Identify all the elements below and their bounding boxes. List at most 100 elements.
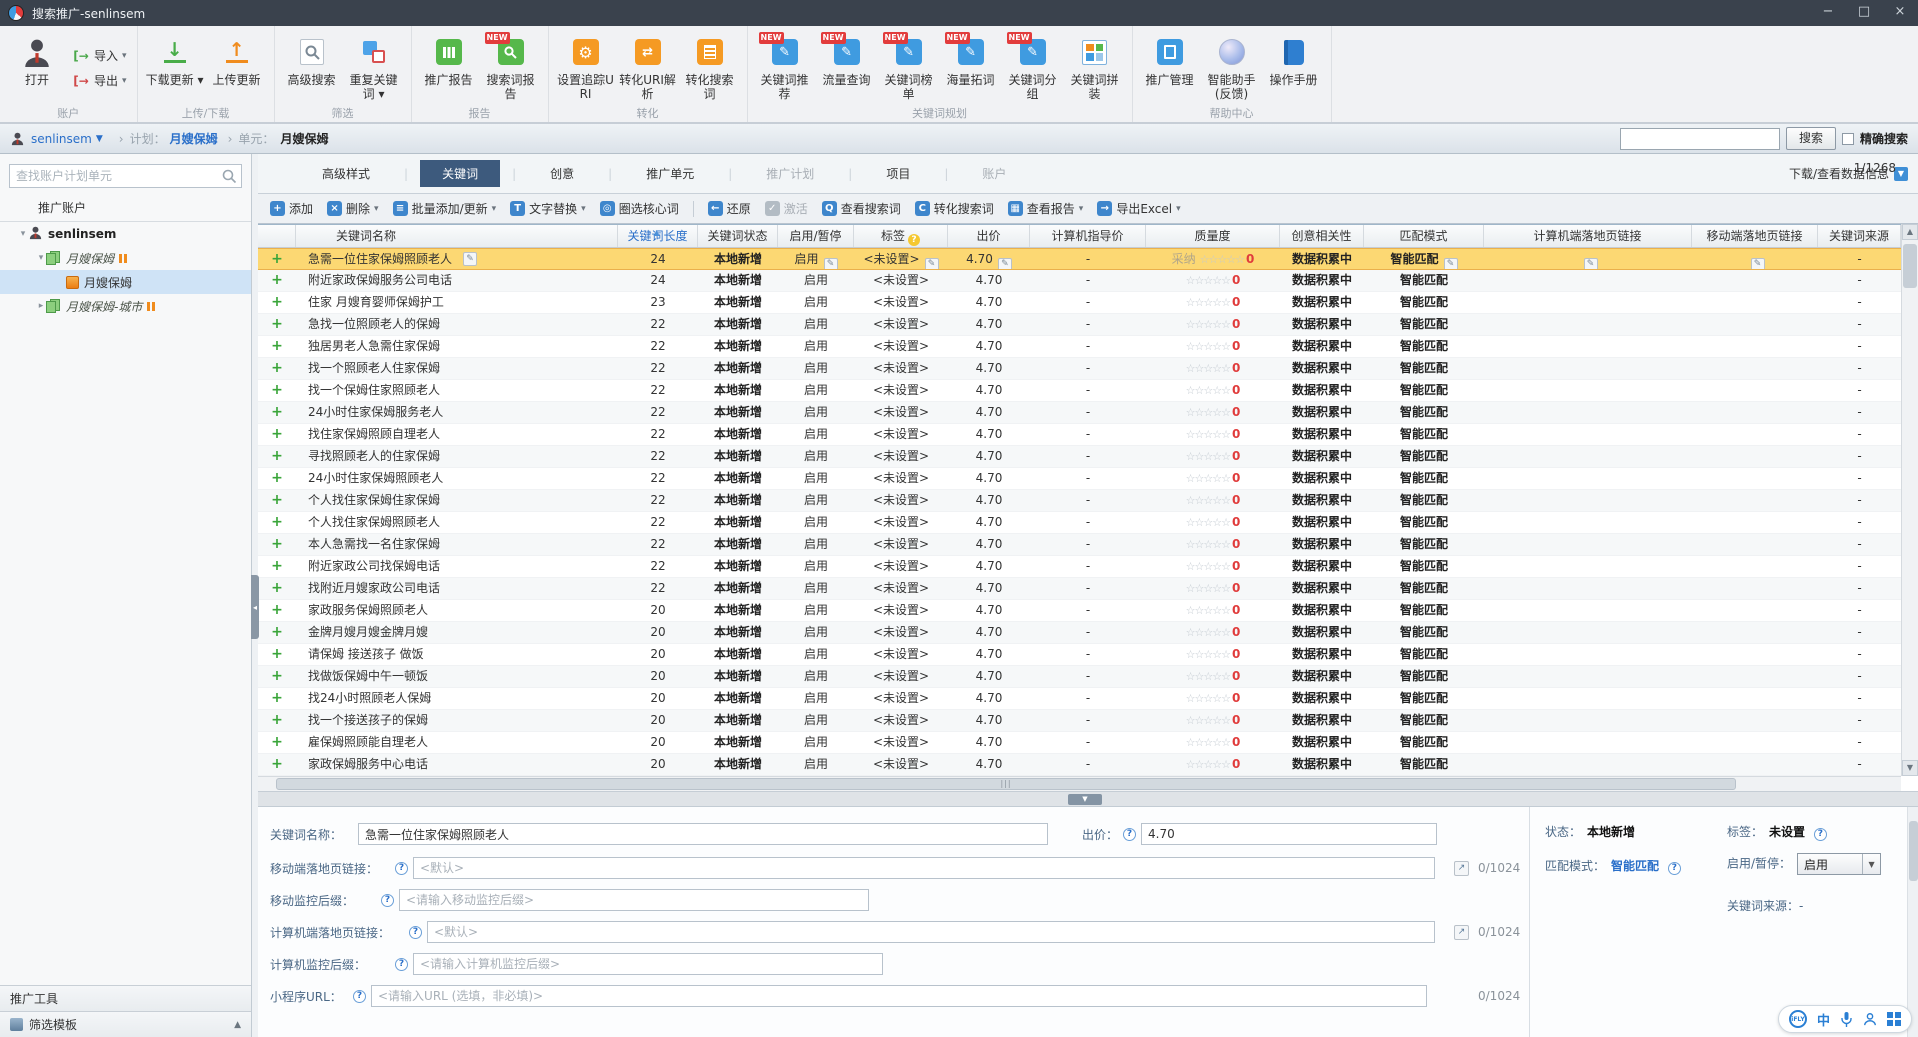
ribbon-button-download-update[interactable]: ↓ 下载更新 ▾ — [144, 30, 206, 106]
pc-suffix-input[interactable] — [413, 953, 883, 975]
add-keyword-icon[interactable]: + — [271, 272, 283, 288]
column-header-length[interactable]: ▲ 关键词长度 — [618, 225, 698, 247]
column-header-relevance[interactable]: 创意相关性 — [1280, 225, 1364, 247]
tab-plan[interactable]: 推广计划 — [744, 160, 836, 187]
search-button[interactable]: 搜索 — [1785, 127, 1836, 150]
tab-advanced-style[interactable]: 高级样式 — [300, 160, 392, 187]
tree-expander-icon[interactable]: ▾ — [18, 229, 28, 239]
add-keyword-icon[interactable]: + — [271, 382, 283, 398]
table-row[interactable]: + 独居男老人急需住家保姆 22 本地新增 启用 <未设置> 4.70 - ☆☆☆☆☆ 0 数据积累… — [258, 336, 1901, 358]
ribbon-button-upload-update[interactable]: ↑ 上传更新 — [206, 30, 268, 106]
table-row[interactable]: + 找一个接送孩子的保姆 20 本地新增 启用 <未设置> 4.70 - ☆☆☆☆☆ 0 数据积累中… — [258, 710, 1901, 732]
ribbon-button-keyword-recommend[interactable]: ✎ NEW 关键词推荐 — [754, 30, 816, 106]
add-keyword-icon[interactable]: + — [271, 690, 283, 706]
account-dropdown-icon[interactable]: ▼ — [96, 134, 103, 144]
add-keyword-icon[interactable]: + — [271, 404, 283, 420]
breadcrumb-plan[interactable]: 月嫂保姆 — [170, 130, 218, 147]
chevron-down-icon[interactable]: ▼ — [1862, 854, 1880, 874]
table-row[interactable]: + 找住家保姆照顾自理老人 22 本地新增 启用 <未设置> 4.70 - ☆☆☆☆☆ 0 数据积累… — [258, 424, 1901, 446]
toolbar-button-batch-add-update[interactable]: ≡ 批量添加/更新 ▾ — [392, 200, 496, 217]
vertical-scroll-thumb[interactable] — [1903, 244, 1917, 288]
bid-help-icon[interactable]: ? — [1123, 827, 1137, 841]
mobile-link-input[interactable] — [413, 857, 1435, 879]
column-header-status[interactable]: 关键词状态 — [698, 225, 778, 247]
scroll-up-icon[interactable]: ▲ — [1902, 224, 1918, 240]
mobile-link-external-icon[interactable]: ↗ — [1454, 860, 1469, 876]
sidebar-item-account-senlinsem[interactable]: ▾ senlinsem — [0, 222, 251, 246]
add-keyword-icon[interactable]: + — [271, 580, 283, 596]
collapse-up-icon[interactable]: ▲ — [234, 1020, 241, 1030]
ribbon-button-traffic-query[interactable]: ✎ NEW 流量查询 — [816, 30, 878, 106]
ribbon-button-keyword-assembly[interactable]: 关键词拼装 — [1064, 30, 1126, 106]
table-row[interactable]: + 找一个照顾老人住家保姆 22 本地新增 启用 <未设置> 4.70 - ☆☆☆☆☆ 0 数据积累… — [258, 358, 1901, 380]
maximize-button[interactable]: □ — [1846, 0, 1882, 26]
tab-unit[interactable]: 推广单元 — [624, 160, 716, 187]
column-header-source[interactable]: 关键词来源 — [1818, 225, 1901, 247]
tab-keyword[interactable]: 关键词 — [420, 160, 501, 187]
ribbon-button-convert-uri[interactable]: ⇄ 转化URI解析 — [617, 30, 679, 106]
ribbon-button-import[interactable]: [→ 导入 ▾ — [72, 47, 126, 64]
column-header-match[interactable]: 匹配模式 — [1364, 225, 1484, 247]
match-edit-icon[interactable]: ✎ — [1443, 257, 1458, 269]
add-keyword-icon[interactable]: + — [271, 360, 283, 376]
column-header-bid[interactable]: 出价 — [948, 225, 1030, 247]
add-keyword-icon[interactable]: + — [271, 712, 283, 728]
table-row[interactable]: +24小时住家保姆照顾老人 22 本地新增 启用 <未设置> 4.70 - ☆☆☆☆☆ 0 数据积… — [258, 468, 1901, 490]
add-keyword-icon[interactable]: + — [271, 646, 283, 662]
breadcrumb-account[interactable]: senlinsem — [31, 132, 92, 146]
ribbon-button-keyword-grouping[interactable]: ✎ NEW 关键词分组 — [1002, 30, 1064, 106]
column-header-enable[interactable]: 启用/暂停 — [778, 225, 854, 247]
enable-pause-select[interactable]: 启用 ▼ — [1797, 853, 1882, 875]
add-keyword-icon[interactable]: + — [271, 338, 283, 354]
sidebar-item-plan-yuesaobaomu[interactable]: ▾ 月嫂保姆 — [0, 246, 251, 270]
ribbon-button-search-term-report[interactable]: NEW 搜索词报告 — [480, 30, 542, 106]
dropdown-caret-icon[interactable]: ▾ — [581, 204, 586, 214]
dropdown-caret-icon[interactable]: ▾ — [374, 204, 379, 214]
toolbar-button-activate[interactable]: ✓ 激活 — [764, 200, 808, 217]
pc-link-help-icon[interactable]: ? — [409, 925, 422, 939]
mobile-suffix-help-icon[interactable]: ? — [381, 893, 394, 907]
tab-creative[interactable]: 创意 — [528, 160, 596, 187]
tag-help-icon[interactable]: ? — [1813, 827, 1827, 841]
table-row[interactable]: + 急需一位住家保姆照顾老人 ✎ 24 本地新增 启用 ✎ <未设置> ✎ 4.70 ✎ - 采纳 ☆☆☆… — [258, 248, 1901, 270]
add-keyword-icon[interactable]: + — [271, 251, 283, 267]
mini-url-help-icon[interactable]: ? — [353, 989, 366, 1003]
enable-edit-icon[interactable]: ✎ — [823, 257, 838, 269]
toolbar-button-text-replace[interactable]: T 文字替换 ▾ — [510, 200, 586, 217]
sidebar-item-plan-yuesaobaomu-city[interactable]: ▸ 月嫂保姆-城市 — [0, 294, 251, 318]
ribbon-button-mass-keyword-expand[interactable]: ✎ NEW 海量拓词 — [940, 30, 1002, 106]
toolbar-button-convert-search-terms[interactable]: C 转化搜索词 — [914, 200, 994, 217]
keyword-name-input[interactable] — [358, 823, 1048, 845]
bid-input[interactable] — [1141, 823, 1438, 845]
table-row[interactable]: + 找24小时照顾老人保姆 20 本地新增 启用 <未设置> 4.70 - ☆☆☆☆☆ 0 数据积累… — [258, 688, 1901, 710]
table-row[interactable]: + 个人找住家保姆照顾老人 22 本地新增 启用 <未设置> 4.70 - ☆☆☆☆☆ 0 数据积累… — [258, 512, 1901, 534]
table-row[interactable]: + 个人找住家保姆住家保姆 22 本地新增 启用 <未设置> 4.70 - ☆☆☆☆☆ 0 数据积累… — [258, 490, 1901, 512]
table-row[interactable]: + 家政服务保姆照顾老人 20 本地新增 启用 <未设置> 4.70 - ☆☆☆☆☆ 0 数据积累中… — [258, 600, 1901, 622]
add-keyword-icon[interactable]: + — [271, 668, 283, 684]
table-row[interactable]: + 附近家政保姆服务公司电话 24 本地新增 启用 <未设置> 4.70 - ☆☆☆☆☆ 0 数据积… — [258, 270, 1901, 292]
table-row[interactable]: + 本人急需找一名住家保姆 22 本地新增 启用 <未设置> 4.70 - ☆☆☆☆☆ 0 数据积累… — [258, 534, 1901, 556]
ribbon-button-promotion-manage[interactable]: 推广管理 — [1139, 30, 1201, 106]
add-keyword-icon[interactable]: + — [271, 756, 283, 772]
table-row[interactable]: +24小时住家保姆服务老人 22 本地新增 启用 <未设置> 4.70 - ☆☆☆☆☆ 0 数据积… — [258, 402, 1901, 424]
mobile-suffix-input[interactable] — [399, 889, 869, 911]
add-keyword-icon[interactable]: + — [271, 734, 283, 750]
moblink-edit-icon[interactable]: ✎ — [1750, 257, 1765, 269]
pclink-edit-icon[interactable]: ✎ — [1583, 257, 1598, 269]
toolbar-button-delete[interactable]: × 删除 ▾ — [327, 200, 379, 217]
sidebar-footer-filter-template[interactable]: 筛选模板 ▲ — [0, 1011, 251, 1037]
table-row[interactable]: + 寻找照顾老人的住家保姆 22 本地新增 启用 <未设置> 4.70 - ☆☆☆☆☆ 0 数据积累… — [258, 446, 1901, 468]
table-row[interactable]: + 找一个保姆住家照顾老人 22 本地新增 启用 <未设置> 4.70 - ☆☆☆☆☆ 0 数据积累… — [258, 380, 1901, 402]
table-row[interactable]: + 家政保姆服务中心电话 20 本地新增 启用 <未设置> 4.70 - ☆☆☆☆☆ 0 数据积累中… — [258, 754, 1901, 776]
toolbar-button-select-core-words[interactable]: ◎ 圈选核心词 — [599, 200, 679, 217]
column-header-quality[interactable]: 质量度 — [1146, 225, 1280, 247]
column-header-moblink[interactable]: 移动端落地页链接 — [1692, 225, 1818, 247]
splitter-collapse-icon[interactable]: ▼ — [1068, 794, 1102, 805]
bid-edit-icon[interactable]: ✎ — [997, 257, 1012, 269]
table-row[interactable]: + 雇保姆照顾能自理老人 20 本地新增 启用 <未设置> 4.70 - ☆☆☆☆☆ 0 数据积累中… — [258, 732, 1901, 754]
exact-search-checkbox[interactable] — [1841, 132, 1854, 145]
ribbon-button-convert-search-terms[interactable]: 转化搜索词 — [679, 30, 741, 106]
ribbon-button-advanced-search[interactable]: 高级搜索 — [281, 30, 343, 106]
keyboard-grid-icon[interactable] — [1887, 1012, 1901, 1026]
name-edit-icon[interactable]: ✎ — [463, 252, 478, 266]
